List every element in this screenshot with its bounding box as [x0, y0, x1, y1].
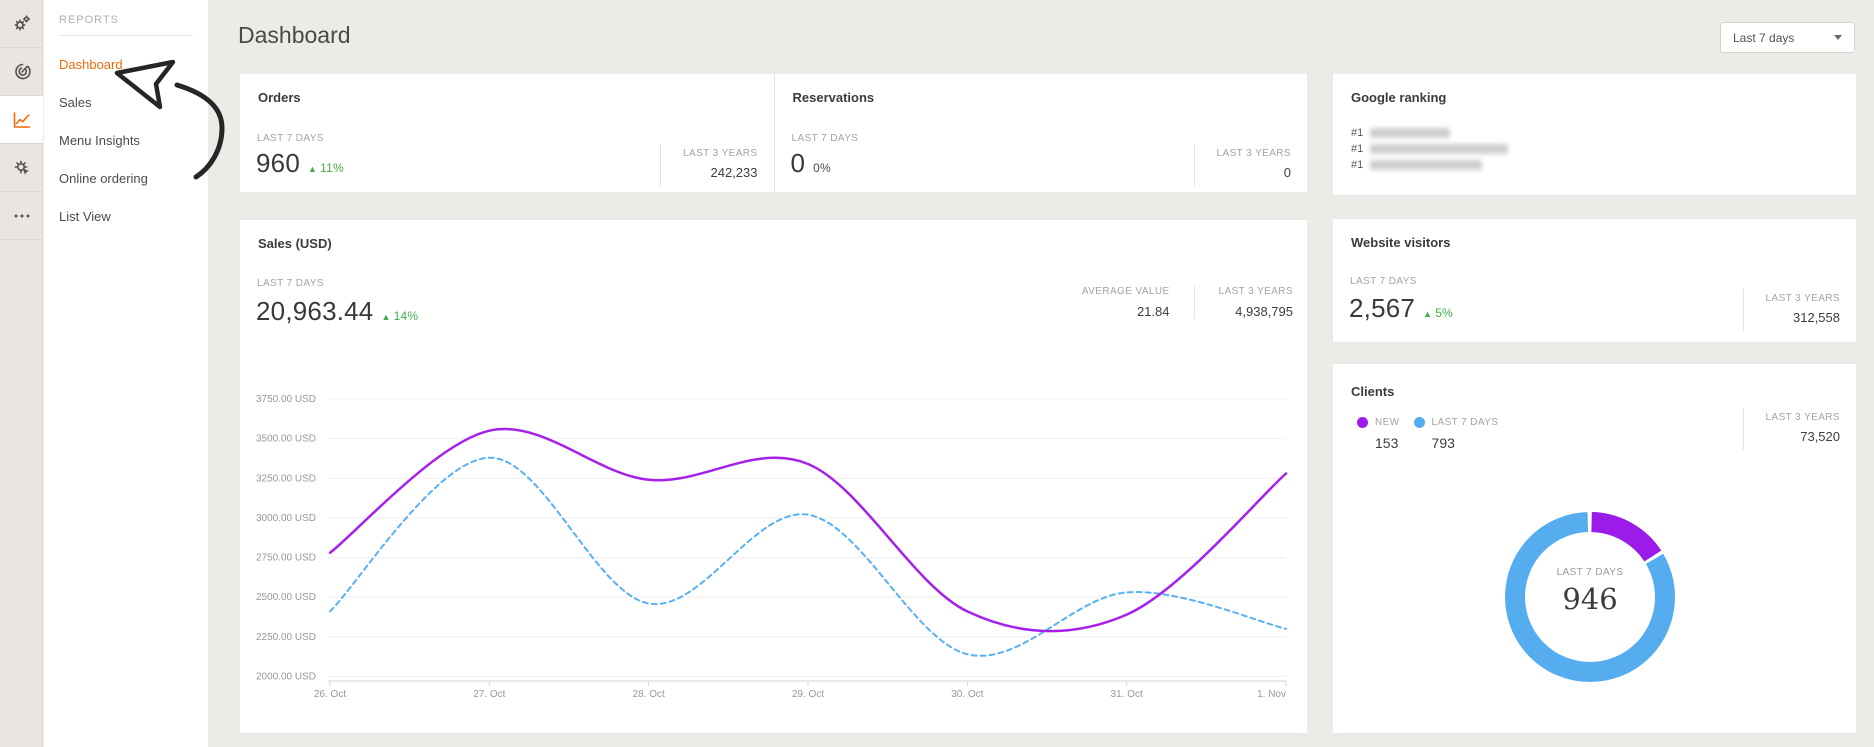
- reservations-period-label: LAST 7 DAYS: [792, 133, 859, 144]
- sidebar: REPORTS Dashboard Sales Menu Insights On…: [44, 0, 208, 747]
- trend-up-icon: ▲: [308, 164, 317, 174]
- blurred-keyword: [1370, 144, 1508, 154]
- google-ranking-card: Google ranking #1 #1 #1: [1333, 74, 1856, 195]
- x-axis-label: 28. Oct: [633, 689, 665, 700]
- legend-dot-purple: [1357, 417, 1368, 428]
- x-axis-label: 27. Oct: [473, 689, 505, 700]
- orders-secondary-stat: LAST 3 YEARS 242,233: [660, 144, 757, 186]
- page-title: Dashboard: [238, 22, 351, 49]
- series-purple-solid: [330, 429, 1286, 631]
- google-ranking-title: Google ranking: [1351, 90, 1446, 105]
- clients-secondary-stat: LAST 3 YEARS 73,520: [1743, 408, 1840, 450]
- sales-chart-svg: 2000.00 USD 2250.00 USD 2500.00 USD 2750.00…: [240, 378, 1307, 718]
- google-ranking-row: #1: [1351, 159, 1482, 171]
- website-visitors-title: Website visitors: [1351, 235, 1450, 250]
- y-axis-label: 3000.00 USD: [256, 513, 316, 524]
- rank-label: #1: [1351, 127, 1363, 139]
- legend-item-last7days: LAST 7 DAYS 793: [1414, 417, 1499, 451]
- blurred-keyword: [1370, 160, 1482, 170]
- x-axis-label: 30. Oct: [951, 689, 983, 700]
- gear-cursor-icon: [12, 158, 32, 178]
- visitors-trend: ▲5%: [1423, 306, 1453, 320]
- google-ranking-row: #1: [1351, 127, 1450, 139]
- dashboard-app: { "colors": { "accent_orange": "#ee6c0f"…: [0, 0, 1874, 747]
- settings-gears-icon: [12, 14, 32, 34]
- y-axis-label: 2000.00 USD: [256, 671, 316, 682]
- legend-item-new: NEW 153: [1357, 417, 1400, 451]
- visitors-value: 2,567▲5%: [1349, 293, 1453, 324]
- blurred-keyword: [1370, 128, 1450, 138]
- orders-value: 960▲11%: [256, 148, 344, 179]
- clients-legend: NEW 153 LAST 7 DAYS 793: [1357, 417, 1512, 451]
- sales-average-stat: AVERAGE VALUE 21.84: [1082, 286, 1170, 319]
- rail-item-automation[interactable]: [0, 144, 43, 192]
- sales-secondary-stats: AVERAGE VALUE 21.84 LAST 3 YEARS 4,938,7…: [1082, 286, 1293, 319]
- orders-period-label: LAST 7 DAYS: [257, 133, 324, 144]
- sales-3years-stat: LAST 3 YEARS 4,938,795: [1219, 286, 1293, 319]
- sales-value: 20,963.44▲14%: [256, 296, 418, 327]
- orders-trend: ▲11%: [308, 161, 344, 175]
- y-axis-label: 2750.00 USD: [256, 553, 316, 564]
- rail-item-reports[interactable]: [0, 96, 43, 144]
- rail-item-settings[interactable]: [0, 0, 43, 48]
- rank-label: #1: [1351, 159, 1363, 171]
- google-ranking-row: #1: [1351, 143, 1508, 155]
- website-visitors-card: Website visitors LAST 7 DAYS 2,567▲5% LA…: [1333, 219, 1856, 342]
- x-axis-label: 29. Oct: [792, 689, 824, 700]
- sidebar-menu: Dashboard Sales Menu Insights Online ord…: [44, 46, 208, 236]
- sales-trend: ▲14%: [381, 309, 418, 323]
- sidebar-item-online-ordering[interactable]: Online ordering: [44, 160, 208, 198]
- visitors-period-label: LAST 7 DAYS: [1350, 276, 1417, 287]
- y-axis-label: 2500.00 USD: [256, 592, 316, 603]
- clients-card: Clients NEW 153 LAST 7 DAYS 793 LAST 3 Y…: [1333, 364, 1856, 733]
- line-chart-icon: [12, 110, 32, 130]
- y-axis-label: 3250.00 USD: [256, 473, 316, 484]
- date-range-value: Last 7 days: [1733, 31, 1794, 45]
- sales-period-label: LAST 7 DAYS: [257, 278, 324, 289]
- x-axis-label: 31. Oct: [1111, 689, 1143, 700]
- x-axis-label: 1. Nov: [1257, 689, 1286, 700]
- x-axis-label: 26. Oct: [314, 689, 346, 700]
- orders-title: Orders: [258, 90, 301, 105]
- sales-title: Sales (USD): [258, 236, 332, 251]
- sales-card: Sales (USD) LAST 7 DAYS 20,963.44▲14% AV…: [240, 220, 1307, 733]
- sidebar-item-sales[interactable]: Sales: [44, 84, 208, 122]
- y-axis-label: 3500.00 USD: [256, 434, 316, 445]
- y-axis-label: 2250.00 USD: [256, 632, 316, 643]
- sidebar-item-menu-insights[interactable]: Menu Insights: [44, 122, 208, 160]
- target-dart-icon: [12, 62, 32, 82]
- trend-up-icon: ▲: [381, 312, 390, 322]
- reservations-trend: 0%: [813, 161, 831, 175]
- y-axis-label: 3750.00 USD: [256, 394, 316, 405]
- visitors-secondary-stat: LAST 3 YEARS 312,558: [1743, 289, 1840, 331]
- orders-card: Orders LAST 7 DAYS 960▲11% LAST 3 YEARS …: [240, 74, 774, 192]
- rank-label: #1: [1351, 143, 1363, 155]
- clients-title: Clients: [1351, 384, 1394, 399]
- series-blue-dashed: [330, 458, 1286, 656]
- legend-dot-blue: [1414, 417, 1425, 428]
- sidebar-item-dashboard[interactable]: Dashboard: [44, 46, 208, 84]
- reservations-title: Reservations: [793, 90, 875, 105]
- sidebar-divider: [59, 35, 193, 36]
- clients-donut-chart: [1490, 497, 1690, 697]
- reservations-secondary-stat: LAST 3 YEARS 0: [1194, 144, 1291, 186]
- sidebar-section-title: REPORTS: [59, 14, 193, 26]
- rail-item-goals[interactable]: [0, 48, 43, 96]
- icon-rail: [0, 0, 43, 747]
- sales-line-chart: 2000.00 USD 2250.00 USD 2500.00 USD 2750.00…: [240, 378, 1307, 718]
- sidebar-item-list-view[interactable]: List View: [44, 198, 208, 236]
- more-dots-icon: [12, 206, 32, 226]
- clients-donut-svg: [1490, 497, 1690, 697]
- date-range-dropdown[interactable]: Last 7 days: [1720, 22, 1855, 53]
- rail-item-more[interactable]: [0, 192, 43, 240]
- stat-divider: [1194, 286, 1195, 319]
- kpi-row-card: Orders LAST 7 DAYS 960▲11% LAST 3 YEARS …: [240, 74, 1307, 192]
- reservations-value: 00%: [791, 148, 831, 179]
- reservations-card: Reservations LAST 7 DAYS 00% LAST 3 YEAR…: [774, 74, 1308, 192]
- trend-up-icon: ▲: [1423, 309, 1432, 319]
- chevron-down-icon: [1834, 35, 1842, 40]
